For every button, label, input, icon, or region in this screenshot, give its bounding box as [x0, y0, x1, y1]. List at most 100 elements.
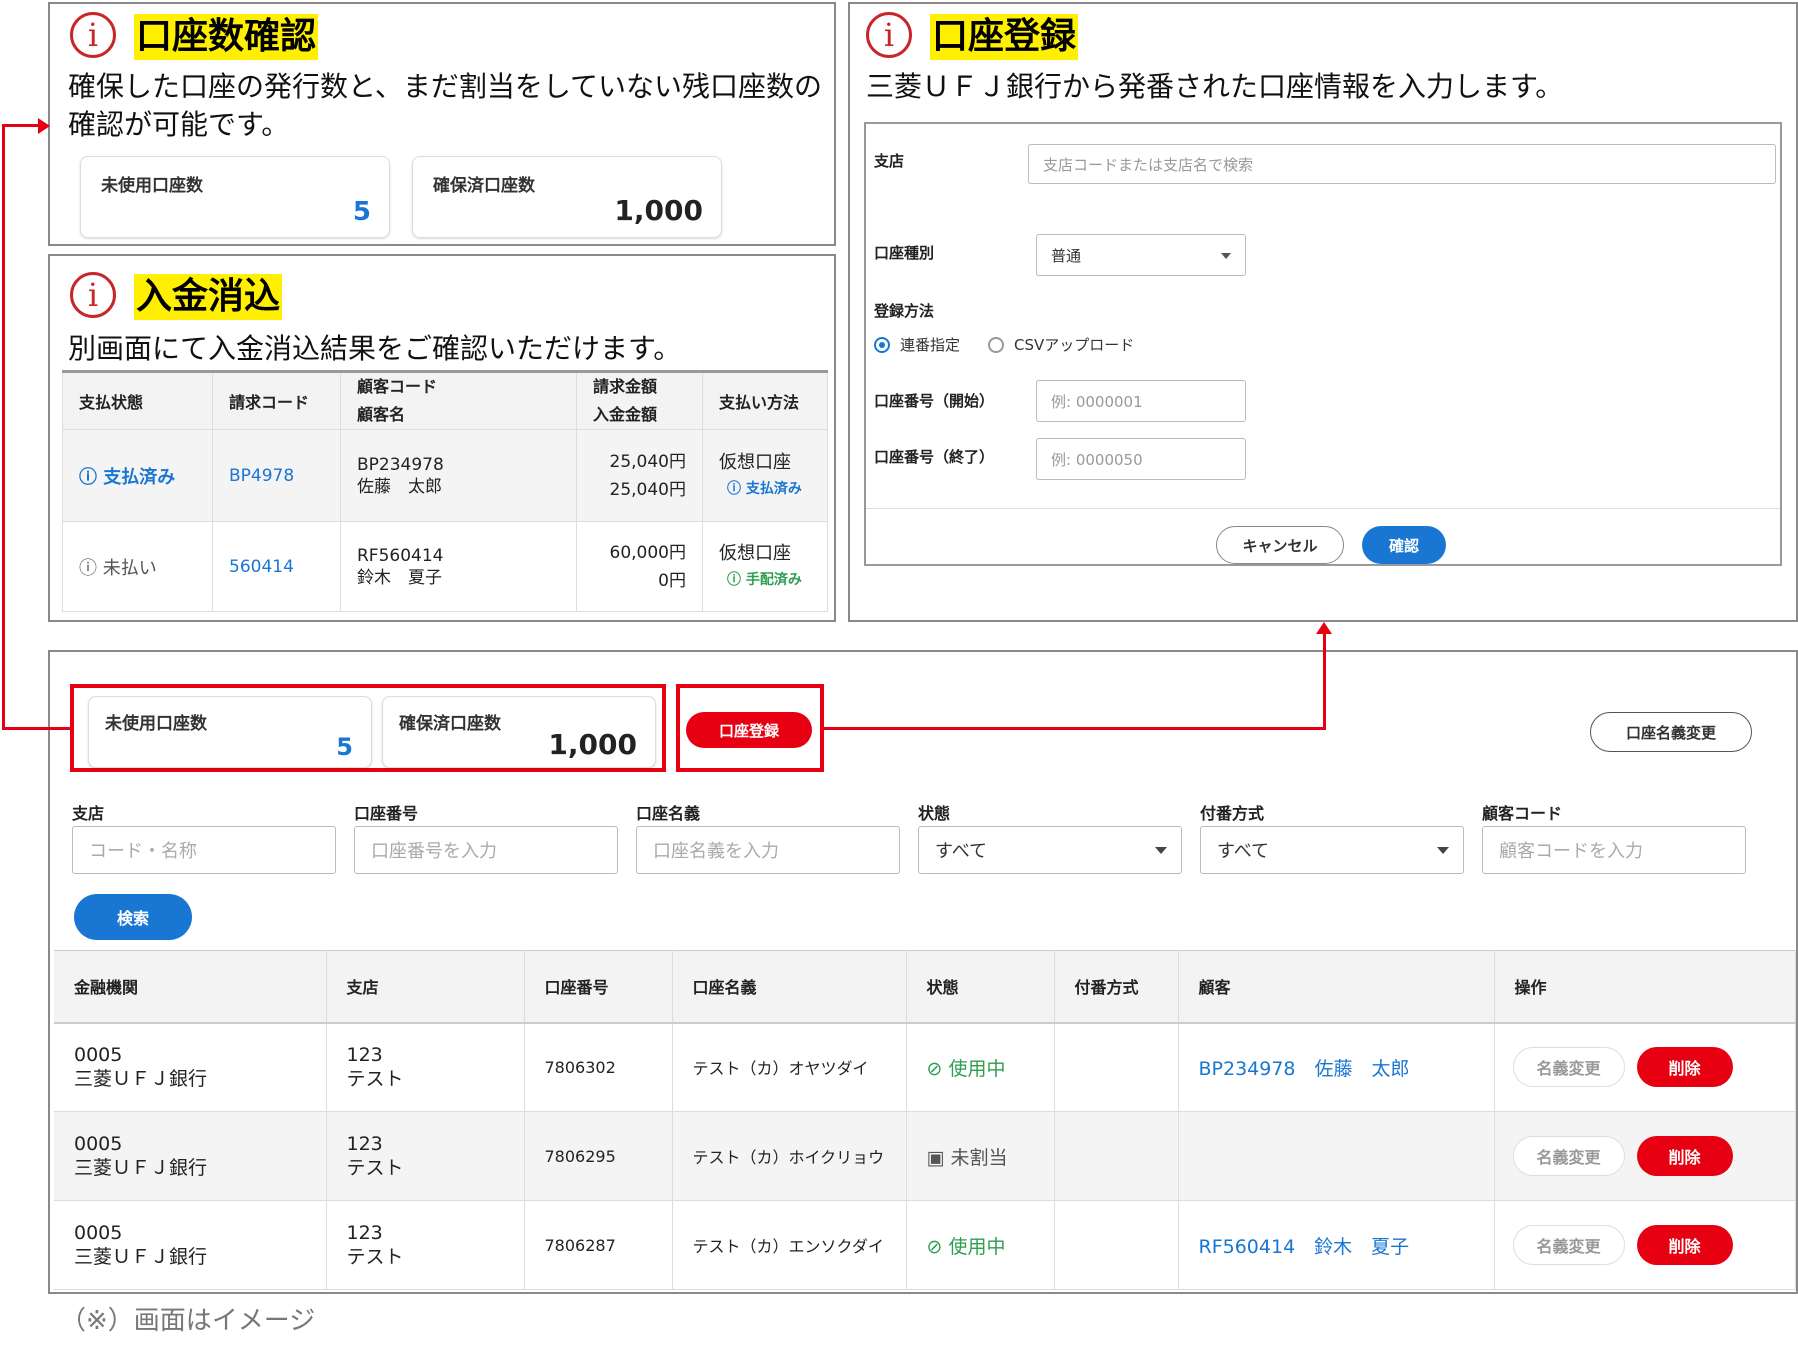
- status-badge: ⓘ 支払済み: [79, 466, 176, 488]
- col-status: 状態: [906, 950, 1055, 1024]
- col-customer: 顧客: [1178, 950, 1495, 1024]
- check-circle-icon: ⊘: [926, 1057, 943, 1080]
- rename-button[interactable]: 名義変更: [1512, 1047, 1625, 1088]
- filter-holder-input[interactable]: 口座名義を入力: [636, 826, 900, 874]
- info-icon: i: [70, 272, 116, 318]
- radio-unselected-icon: [988, 336, 1004, 353]
- delete-button[interactable]: 削除: [1636, 1136, 1733, 1176]
- radio-selected-icon: [874, 336, 890, 353]
- filter-holder-label: 口座名義: [636, 804, 701, 823]
- info-icon: i: [70, 12, 116, 58]
- rename-button[interactable]: 名義変更: [1512, 1225, 1625, 1265]
- status-badge: 使用中: [948, 1235, 1006, 1258]
- connector-line-left-bottom: [2, 727, 70, 730]
- filter-status-label: 状態: [918, 804, 951, 823]
- account-table: 金融機関 支店 口座番号 口座名義 状態 付番方式 顧客 操作 0005 三菱ＵＦ…: [54, 950, 1796, 1290]
- customer-link[interactable]: BP234978 佐藤 太郎: [1199, 1058, 1410, 1080]
- filter-numbering-label: 付番方式: [1200, 804, 1265, 823]
- unused-count-card: 未使用口座数 5: [88, 696, 372, 768]
- filter-customer-label: 顧客コード: [1482, 804, 1563, 823]
- status-badge: 使用中: [948, 1057, 1006, 1080]
- register-account-button[interactable]: 口座登録: [686, 712, 812, 748]
- radio-sequential[interactable]: 連番指定: [874, 334, 960, 355]
- filter-customer-input[interactable]: 顧客コードを入力: [1482, 826, 1746, 874]
- unused-count-label: 未使用口座数: [105, 714, 207, 734]
- col-amount: 請求金額 入金金額: [576, 371, 703, 430]
- status-badge: 未割当: [950, 1146, 1008, 1169]
- connector-line-right-vertical: [1323, 634, 1326, 730]
- filter-status-select[interactable]: すべて: [918, 826, 1182, 874]
- payment-table: 支払状態 請求コード 顧客コード 顧客名 請求金額 入金金額 支払い方法 ⓘ 支払済…: [62, 370, 828, 612]
- panel-description: 三菱ＵＦＪ銀行から発番された口座情報を入力します。: [866, 70, 1564, 103]
- secured-count-label: 確保済口座数: [399, 714, 501, 734]
- unused-count-card: 未使用口座数 5: [80, 156, 390, 238]
- col-method: 支払い方法: [702, 371, 828, 430]
- arrow-up-icon: [1316, 622, 1332, 634]
- check-circle-icon: ⊘: [926, 1235, 943, 1258]
- connector-line-left-vertical: [2, 124, 5, 730]
- secured-count-label: 確保済口座数: [433, 176, 535, 196]
- info-panel-register: i 口座登録 三菱ＵＦＪ銀行から発番された口座情報を入力します。 支店 支店コー…: [848, 2, 1798, 622]
- radio-csv-upload[interactable]: CSVアップロード: [988, 334, 1134, 355]
- filter-branch-label: 支店: [72, 804, 105, 823]
- branch-search-input[interactable]: 支店コードまたは支店名で検索: [1028, 144, 1776, 184]
- unused-count-value: 5: [352, 197, 371, 227]
- filter-numbering-select[interactable]: すべて: [1200, 826, 1464, 874]
- col-invoice: 請求コード: [212, 371, 341, 430]
- chevron-down-icon: [1221, 253, 1231, 259]
- chevron-down-icon: [1155, 847, 1167, 854]
- connector-line-right-horizontal: [822, 727, 1326, 730]
- col-customer: 顧客コード 顧客名: [340, 371, 577, 430]
- secured-count-card: 確保済口座数 1,000: [412, 156, 722, 238]
- branch-label: 支店: [874, 152, 905, 170]
- confirm-button[interactable]: 確認: [1362, 526, 1446, 564]
- filter-account-number-input[interactable]: 口座番号を入力: [354, 826, 618, 874]
- table-row: 0005 三菱ＵＦＪ銀行 123 テスト 7806295 テスト（カ）ホイクリョウ …: [54, 1111, 1796, 1201]
- connector-line-left-top: [2, 124, 38, 127]
- panel-description: 別画面にて入金消込結果をご確認いただけます。: [68, 332, 682, 365]
- col-bank: 金融機関: [54, 950, 327, 1024]
- form-divider: [866, 508, 1780, 509]
- status-badge: ⓘ 未払い: [79, 557, 157, 579]
- delete-button[interactable]: 削除: [1636, 1225, 1733, 1265]
- col-holder: 口座名義: [672, 950, 907, 1024]
- col-status: 支払状態: [62, 371, 213, 430]
- rename-account-button[interactable]: 口座名義変更: [1590, 712, 1752, 752]
- unused-count-value: 5: [336, 733, 353, 761]
- col-numbering: 付番方式: [1054, 950, 1179, 1024]
- cancel-button[interactable]: キャンセル: [1216, 526, 1344, 564]
- start-number-label: 口座番号（開始）: [874, 392, 995, 410]
- arrow-right-icon: [38, 118, 50, 134]
- table-row: 0005 三菱ＵＦＪ銀行 123 テスト 7806302 テスト（カ）オヤツダイ ⊘…: [54, 1022, 1796, 1112]
- rename-button[interactable]: 名義変更: [1512, 1136, 1625, 1176]
- secured-count-value: 1,000: [548, 728, 637, 761]
- col-branch: 支店: [326, 950, 525, 1024]
- start-number-input[interactable]: 例: 0000001: [1036, 380, 1246, 422]
- search-button[interactable]: 検索: [74, 894, 192, 940]
- customer-link[interactable]: RF560414 鈴木 夏子: [1199, 1236, 1410, 1258]
- panel-description: 確保した口座の発行数と、まだ割当をしていない残口座数の 確認が可能です。: [68, 70, 823, 141]
- panel-title: 口座数確認: [134, 14, 319, 60]
- footnote: （※）画面はイメージ: [60, 1306, 316, 1336]
- secured-count-card: 確保済口座数 1,000: [382, 696, 656, 768]
- filter-account-number-label: 口座番号: [354, 804, 419, 823]
- register-form: 支店 支店コードまたは支店名で検索 口座種別 普通 登録方法 連番指定 CSVア…: [864, 122, 1782, 566]
- main-account-screen: 未使用口座数 5 確保済口座数 1,000 口座登録 口座名義変更 支店 コード…: [48, 650, 1798, 1294]
- info-icon: i: [866, 12, 912, 58]
- panel-title: 口座登録: [930, 14, 1079, 60]
- col-account-number: 口座番号: [524, 950, 673, 1024]
- account-type-label: 口座種別: [874, 244, 935, 262]
- invoice-link[interactable]: BP4978: [229, 466, 294, 486]
- end-number-input[interactable]: 例: 0000050: [1036, 438, 1246, 480]
- filter-branch-input[interactable]: コード・名称: [72, 826, 336, 874]
- account-type-select[interactable]: 普通: [1036, 234, 1246, 276]
- secured-count-value: 1,000: [614, 194, 703, 227]
- table-row: ⓘ 支払済み BP4978 BP234978 佐藤 太郎 25,040円 25,04…: [62, 429, 828, 522]
- col-actions: 操作: [1494, 950, 1796, 1024]
- table-row: 0005 三菱ＵＦＪ銀行 123 テスト 7806287 テスト（カ）エンソクダイ …: [54, 1200, 1796, 1290]
- panel-title: 入金消込: [134, 274, 283, 320]
- invoice-link[interactable]: 560414: [229, 557, 294, 577]
- delete-button[interactable]: 削除: [1636, 1047, 1733, 1088]
- end-number-label: 口座番号（終了）: [874, 448, 995, 466]
- info-panel-account-count: i 口座数確認 確保した口座の発行数と、まだ割当をしていない残口座数の 確認が可…: [48, 2, 836, 246]
